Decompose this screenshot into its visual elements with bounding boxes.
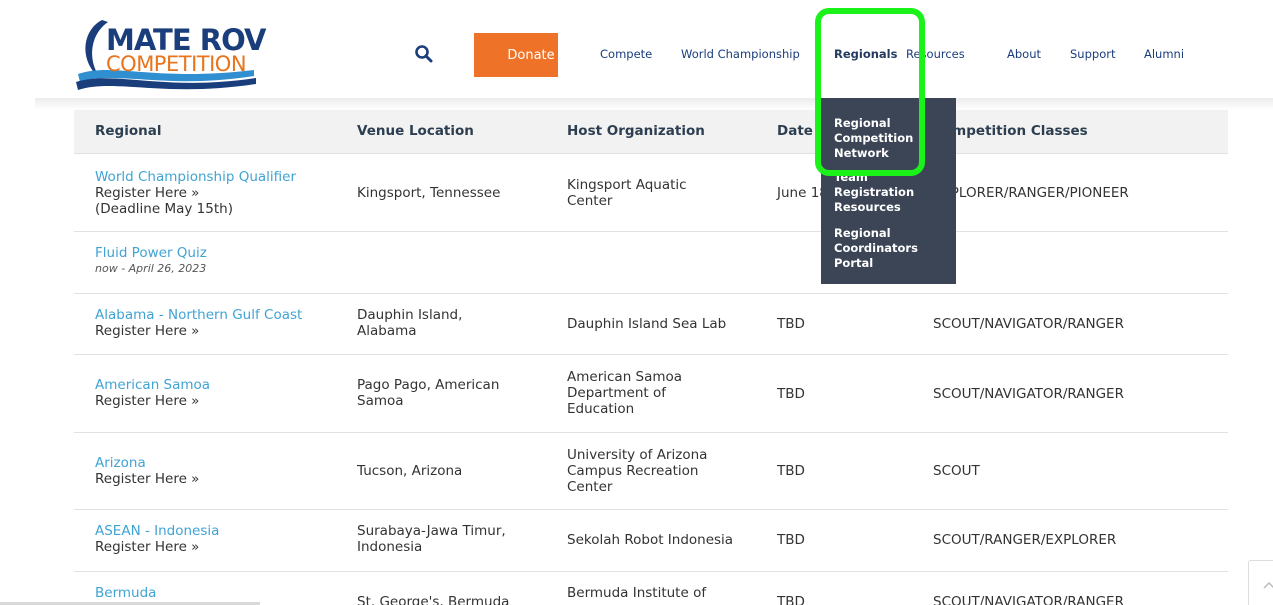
register-link[interactable]: Register Here » (95, 393, 335, 409)
host-cell: Sekolah Robot Indonesia (567, 532, 734, 548)
col-classes: Competition Classes (933, 123, 1088, 139)
venue-cell: St. George's, Bermuda (357, 594, 510, 605)
scroll-to-top-button[interactable] (1248, 560, 1273, 605)
register-link[interactable]: Register Here » (95, 471, 335, 487)
host-cell: Bermuda Institute of (567, 585, 707, 601)
classes-cell: SCOUT/RANGER/EXPLORER (933, 532, 1117, 548)
dropdown-item-team-registration[interactable]: Team Registration Resources (834, 170, 934, 215)
logo-title: MATE ROV (106, 23, 266, 57)
classes-cell: EXPLORER/RANGER/PIONEER (933, 185, 1129, 201)
header-shadow (35, 98, 1273, 110)
nav-world-championship[interactable]: World Championship (681, 47, 800, 61)
venue-cell: Tucson, Arizona (357, 463, 463, 479)
classes-cell: SCOUT/NAVIGATOR/RANGER (933, 386, 1124, 402)
chevron-up-icon (1263, 581, 1273, 589)
col-host: Host Organization (567, 123, 705, 139)
table-row: Bermuda St. George's, Bermuda Bermuda In… (74, 571, 1228, 605)
table-header: Regional Venue Location Host Organizatio… (74, 110, 1228, 153)
venue-cell: Pago Pago, American Samoa (357, 377, 500, 409)
host-cell: Dauphin Island Sea Lab (567, 316, 727, 332)
venue-cell: Surabaya-Jawa Timur, Indonesia (357, 523, 506, 555)
classes-cell: SCOUT/NAVIGATOR/RANGER (933, 594, 1124, 605)
register-link[interactable]: Register Here » (95, 539, 335, 555)
date-cell: TBD (777, 386, 805, 402)
mate-rov-logo[interactable]: MATE ROV COMPETITION (74, 12, 266, 96)
donate-button[interactable]: Donate (474, 33, 558, 77)
highlight-box (815, 8, 925, 176)
table-row: American Samoa Register Here » Pago Pago… (74, 354, 1228, 432)
table-row: Fluid Power Quiz now - April 26, 2023 (74, 231, 1228, 293)
table-row: Arizona Register Here » Tucson, Arizona … (74, 432, 1228, 509)
nav-about[interactable]: About (1007, 47, 1041, 61)
register-link[interactable]: Register Here » (95, 185, 335, 201)
nav-compete[interactable]: Compete (600, 47, 652, 61)
classes-cell: SCOUT (933, 463, 980, 479)
table-row: Alabama - Northern Gulf Coast Register H… (74, 293, 1228, 354)
date-cell: TBD (777, 594, 805, 605)
classes-cell: SCOUT/NAVIGATOR/RANGER (933, 316, 1124, 332)
regional-link[interactable]: ASEAN - Indonesia (95, 523, 335, 539)
nav-alumni[interactable]: Alumni (1144, 47, 1184, 61)
venue-cell: Dauphin Island, Alabama (357, 307, 463, 339)
col-venue: Venue Location (357, 123, 474, 139)
regional-link[interactable]: American Samoa (95, 377, 335, 393)
table-row: ASEAN - Indonesia Register Here » Suraba… (74, 509, 1228, 571)
regional-link[interactable]: Arizona (95, 455, 335, 471)
dropdown-item-coordinators-portal[interactable]: Regional Coordinators Portal (834, 226, 934, 271)
register-link[interactable]: Register Here » (95, 323, 335, 339)
date-cell: TBD (777, 532, 805, 548)
regionals-table: Regional Venue Location Host Organizatio… (74, 110, 1228, 605)
nav-support[interactable]: Support (1070, 47, 1115, 61)
col-regional: Regional (95, 123, 162, 139)
host-cell: Kingsport Aquatic Center (567, 177, 687, 209)
search-icon[interactable] (414, 44, 434, 64)
site-header: MATE ROV COMPETITION Donate Compete Worl… (0, 0, 1273, 98)
logo-subtitle: COMPETITION (106, 52, 247, 76)
table-row: World Championship Qualifier Register He… (74, 153, 1228, 231)
regional-link[interactable]: Fluid Power Quiz (95, 245, 335, 261)
regional-link[interactable]: Alabama - Northern Gulf Coast (95, 307, 335, 323)
col-date: Date (777, 123, 813, 139)
date-cell: TBD (777, 316, 805, 332)
date-cell: TBD (777, 463, 805, 479)
deadline-note: (Deadline May 15th) (95, 201, 233, 217)
quiz-dates: now - April 26, 2023 (95, 262, 207, 275)
regional-link[interactable]: Bermuda (95, 585, 335, 601)
host-cell: American Samoa Department of Education (567, 369, 683, 417)
host-cell: University of Arizona Campus Recreation … (567, 447, 708, 495)
venue-cell: Kingsport, Tennessee (357, 185, 501, 201)
regional-link[interactable]: World Championship Qualifier (95, 169, 335, 185)
